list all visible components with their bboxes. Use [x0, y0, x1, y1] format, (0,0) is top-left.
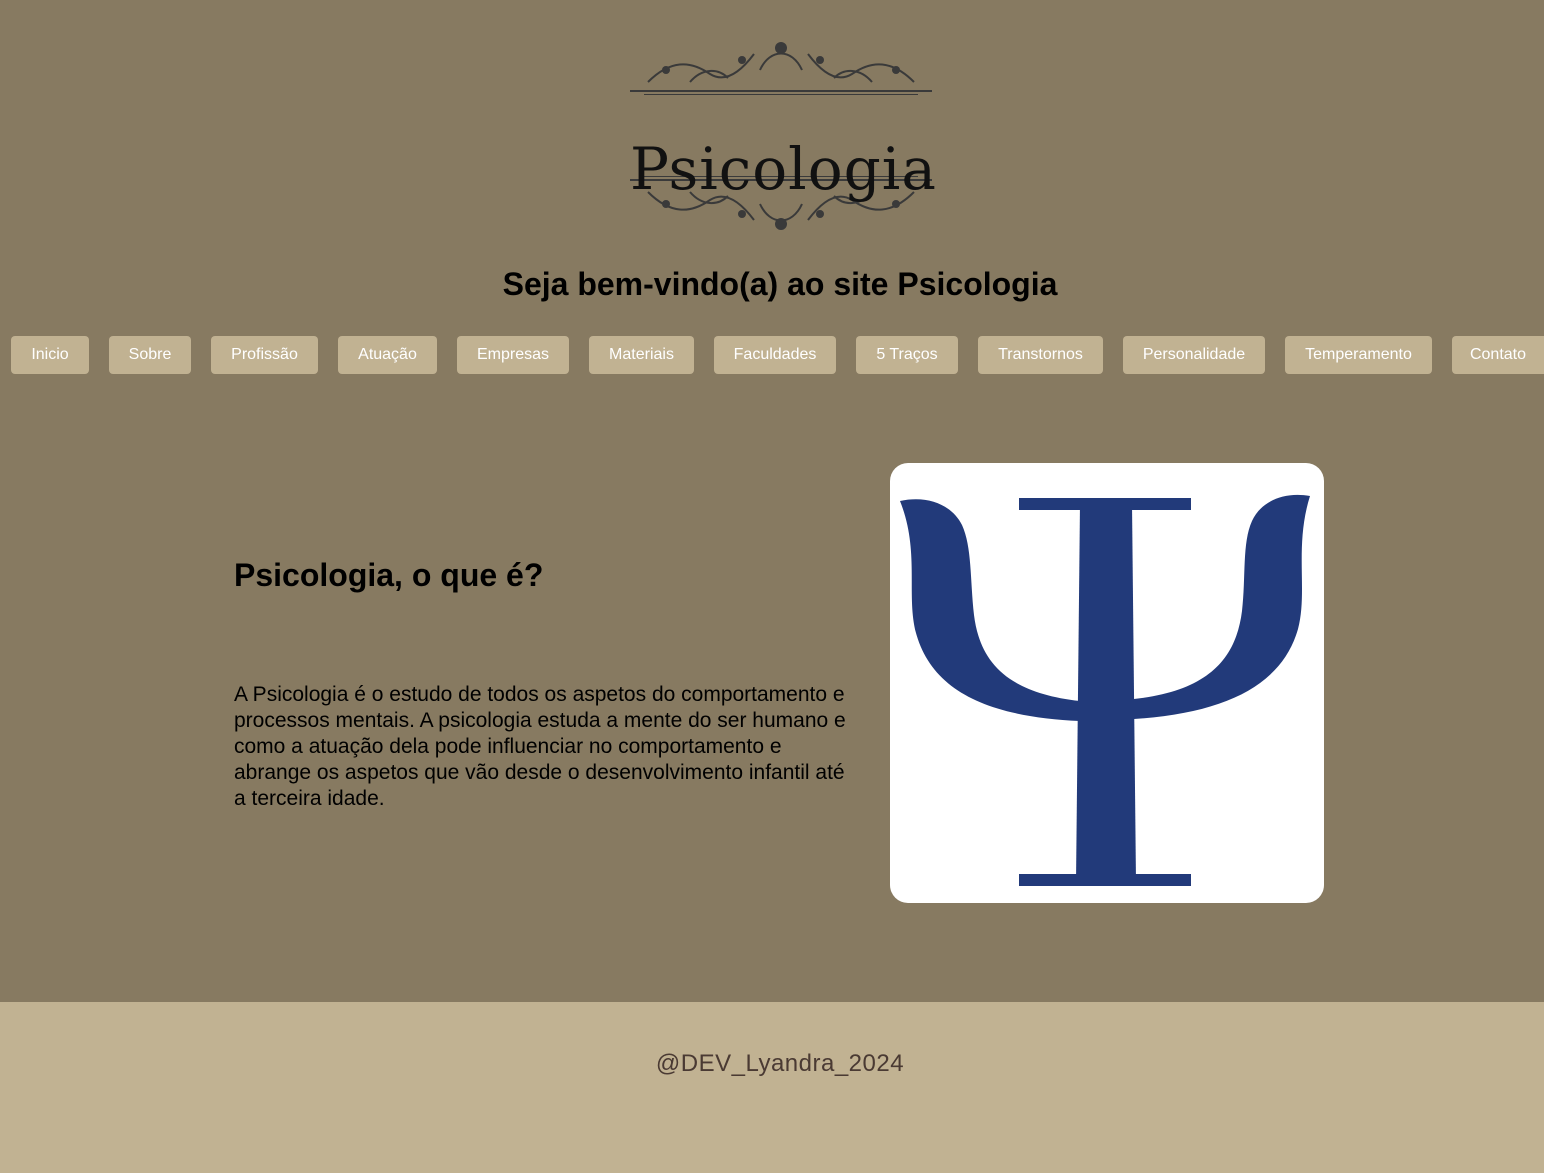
site-logo: Psicologia	[630, 30, 937, 242]
nav-button-temperamento[interactable]: Temperamento	[1285, 336, 1432, 374]
page-footer	[0, 1002, 1544, 1173]
nav-button-sobre[interactable]: Sobre	[109, 336, 191, 374]
nav-button-transtornos[interactable]: Transtornos	[978, 336, 1103, 374]
nav-button-atuacao[interactable]: Atuação	[338, 336, 437, 374]
nav-button-materiais[interactable]: Materiais	[589, 336, 694, 374]
welcome-heading: Seja bem-vindo(a) ao site Psicologia	[502, 266, 1058, 302]
main-navigation: Inicio Sobre Profissão Atuação Empresas …	[0, 336, 1544, 374]
footer-credit: @DEV_Lyandra_2024	[655, 1050, 905, 1077]
nav-button-faculdades[interactable]: Faculdades	[714, 336, 836, 374]
psi-image	[890, 463, 1324, 903]
nav-button-profissao[interactable]: Profissão	[211, 336, 318, 374]
nav-button-personalidade[interactable]: Personalidade	[1123, 336, 1265, 374]
section-description: A Psicologia é o estudo de todos os aspe…	[234, 683, 846, 810]
section-heading: Psicologia, o que é?	[234, 557, 544, 593]
nav-button-empresas[interactable]: Empresas	[457, 336, 569, 374]
logo-title: Psicologia	[630, 135, 937, 203]
nav-button-contato[interactable]: Contato	[1452, 336, 1544, 374]
nav-button-inicio[interactable]: Inicio	[11, 336, 89, 374]
nav-button-5-tracos[interactable]: 5 Traços	[856, 336, 958, 374]
psi-symbol-icon	[900, 494, 1310, 886]
page-header-section: Psicologia Seja bem-vindo(a) ao site Psi…	[0, 0, 1544, 1002]
